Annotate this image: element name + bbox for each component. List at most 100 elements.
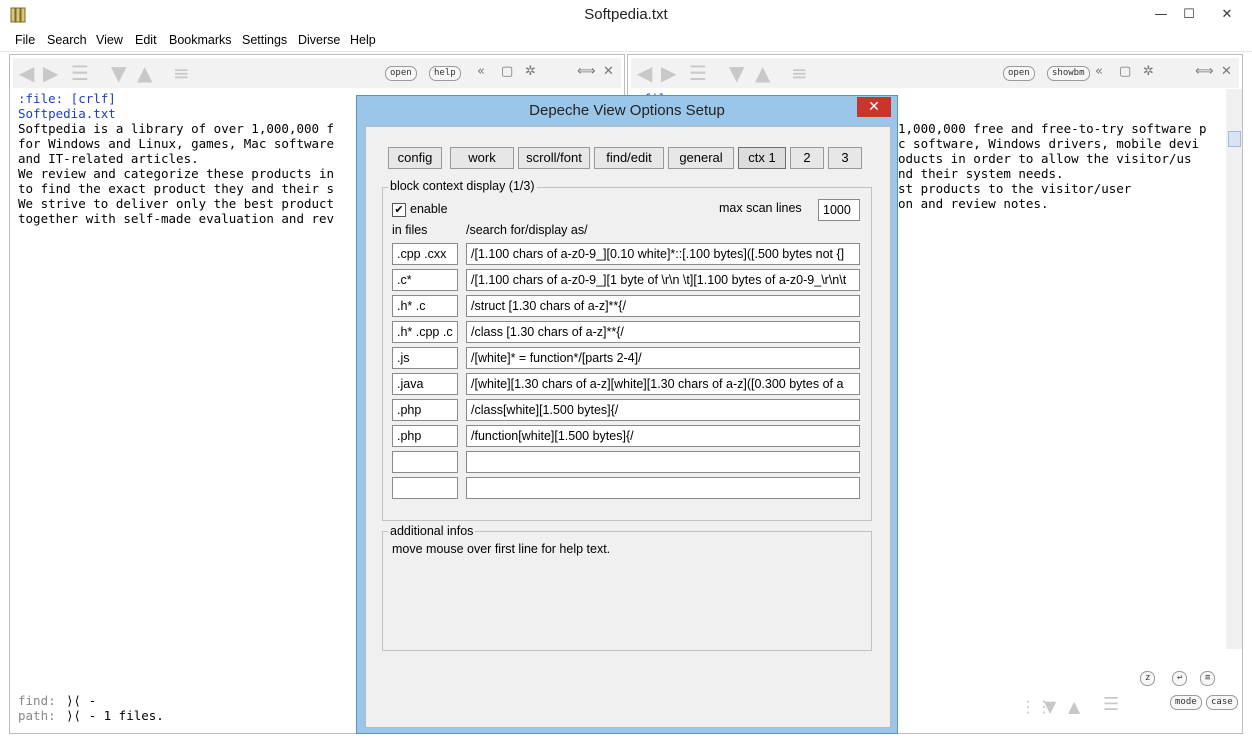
menu-view[interactable]: View xyxy=(96,33,123,47)
editor-text[interactable]: 1,000,000 free and free-to-try software … xyxy=(898,121,1207,211)
help-button[interactable]: help xyxy=(429,66,461,81)
double-left-icon[interactable]: « xyxy=(1095,64,1103,79)
menu-help[interactable]: Help xyxy=(350,33,376,47)
files-input[interactable]: .js xyxy=(392,347,458,369)
tab-ctx-1[interactable]: ctx 1 xyxy=(738,147,786,169)
files-input[interactable]: .c* xyxy=(392,269,458,291)
triangle-down-icon[interactable]: ▼ xyxy=(111,63,126,83)
tab-find-edit[interactable]: find/edit xyxy=(594,147,664,169)
showbm-button[interactable]: showbm xyxy=(1047,66,1090,81)
files-input[interactable]: .java xyxy=(392,373,458,395)
case-button[interactable]: case xyxy=(1206,695,1238,710)
close-icon[interactable]: ✕ xyxy=(1221,64,1232,79)
tab-scroll-font[interactable]: scroll/font xyxy=(518,147,590,169)
expand-icon[interactable]: ⟺ xyxy=(577,64,596,79)
menu-lines-icon[interactable]: ≡ xyxy=(173,63,190,83)
list-icon[interactable]: ☰ xyxy=(1103,695,1119,715)
tab-general[interactable]: general xyxy=(668,147,734,169)
text-line: We strive to deliver only the best produ… xyxy=(18,196,335,211)
triangle-down-icon[interactable]: ▼ xyxy=(1044,697,1056,717)
pattern-input[interactable] xyxy=(466,477,860,499)
files-input[interactable] xyxy=(392,477,458,499)
scrollbar-thumb[interactable] xyxy=(1228,131,1241,147)
dialog-close-button[interactable]: ✕ xyxy=(857,97,891,117)
pattern-input[interactable]: /[1.100 chars of a-z0-9_][1 byte of \r\n… xyxy=(466,269,860,291)
pattern-input[interactable]: /[white]* = function*/[parts 2-4]/ xyxy=(466,347,860,369)
text-line: c software, Windows drivers, mobile devi xyxy=(898,136,1200,151)
pattern-input[interactable]: /[1.100 chars of a-z0-9_][0.10 white]*::… xyxy=(466,243,860,265)
path-label: path: xyxy=(18,708,56,723)
find-value[interactable]: ⟩⟨ - xyxy=(66,693,96,708)
text-line: oducts in order to allow the visitor/us xyxy=(898,151,1192,166)
forward-icon[interactable]: ▶ xyxy=(43,63,58,83)
col-search-header: /search for/display as/ xyxy=(466,223,588,237)
menu-lines-icon[interactable]: ≡ xyxy=(791,63,808,83)
tab-config[interactable]: config xyxy=(388,147,442,169)
vertical-scrollbar[interactable] xyxy=(1226,89,1242,649)
files-input[interactable]: .cpp .cxx xyxy=(392,243,458,265)
pattern-input[interactable]: /function[white][1.500 bytes]{/ xyxy=(466,425,860,447)
forward-icon[interactable]: ▶ xyxy=(661,63,676,83)
text-line: 1,000,000 free and free-to-try software … xyxy=(898,121,1207,136)
title-bar: Softpedia.txt — ☐ ✕ xyxy=(0,0,1252,31)
files-input[interactable]: .php xyxy=(392,425,458,447)
list-icon[interactable]: ☰ xyxy=(71,63,89,83)
triangle-up-icon[interactable]: ▲ xyxy=(137,63,152,83)
pattern-input[interactable]: /class[white][1.500 bytes]{/ xyxy=(466,399,860,421)
menu-diverse[interactable]: Diverse xyxy=(298,33,340,47)
menu-bookmarks[interactable]: Bookmarks xyxy=(169,33,232,47)
tab-2[interactable]: 2 xyxy=(790,147,824,169)
close-icon[interactable]: ✕ xyxy=(603,64,614,79)
pattern-input[interactable]: /[white][1.30 chars of a-z][white][1.30 … xyxy=(466,373,860,395)
enable-checkbox[interactable]: ✔ xyxy=(392,203,406,217)
open-button[interactable]: open xyxy=(385,66,417,81)
square-icon[interactable]: ▢ xyxy=(501,64,513,79)
open-button[interactable]: open xyxy=(1003,66,1035,81)
text-line: together with self-made evaluation and r… xyxy=(18,211,335,226)
lines-button[interactable]: ≡ xyxy=(1200,671,1216,686)
menu-search[interactable]: Search xyxy=(47,33,87,47)
mode-button[interactable]: mode xyxy=(1170,695,1202,710)
list-icon[interactable]: ☰ xyxy=(689,63,707,83)
triangle-up-icon[interactable]: ▲ xyxy=(755,63,770,83)
pattern-input[interactable]: /struct [1.30 chars of a-z]**{/ xyxy=(466,295,860,317)
max-scan-label: max scan lines xyxy=(719,201,802,215)
editor-text[interactable]: Softpedia is a library of over 1,000,000… xyxy=(18,121,334,226)
menu-edit[interactable]: Edit xyxy=(135,33,157,47)
files-input[interactable]: .php xyxy=(392,399,458,421)
menu-file[interactable]: File xyxy=(15,33,35,47)
menu-bar: File Search View Edit Bookmarks Settings… xyxy=(0,31,1252,52)
close-window-button[interactable]: ✕ xyxy=(1204,0,1250,29)
square-icon[interactable]: ▢ xyxy=(1119,64,1131,79)
files-input[interactable]: .h* .c xyxy=(392,295,458,317)
dialog-title: Depeche View Options Setup xyxy=(529,102,725,119)
pattern-input[interactable] xyxy=(466,451,860,473)
left-toolbar: ◀ ▶ ☰ ▼ ▲ ≡ open help « ▢ ✲ ⟺ ✕ xyxy=(13,58,621,88)
menu-settings[interactable]: Settings xyxy=(242,33,287,47)
back-icon[interactable]: ◀ xyxy=(637,63,652,83)
expand-icon[interactable]: ⟺ xyxy=(1195,64,1214,79)
arrow-button[interactable]: ↩ xyxy=(1172,671,1188,686)
text-line: to find the exact product they and their… xyxy=(18,181,335,196)
right-toolbar: ◀ ▶ ☰ ▼ ▲ ≡ open showbm « ▢ ✲ ⟺ ✕ xyxy=(631,58,1239,88)
text-line: nd their system needs. xyxy=(898,166,1064,181)
back-icon[interactable]: ◀ xyxy=(19,63,34,83)
pattern-input[interactable]: /class [1.30 chars of a-z]**{/ xyxy=(466,321,860,343)
window-title: Softpedia.txt xyxy=(584,6,668,23)
files-input[interactable] xyxy=(392,451,458,473)
tab-work[interactable]: work xyxy=(450,147,514,169)
dialog-body: config work scroll/font find/edit genera… xyxy=(365,126,891,728)
tab-3[interactable]: 3 xyxy=(828,147,862,169)
files-input[interactable]: .h* .cpp .c xyxy=(392,321,458,343)
gear-icon[interactable]: ✲ xyxy=(525,64,536,79)
text-line: Softpedia is a library of over 1,000,000… xyxy=(18,121,335,136)
max-scan-input[interactable]: 1000 xyxy=(818,199,860,221)
z-button[interactable]: z xyxy=(1140,671,1156,686)
gear-icon[interactable]: ✲ xyxy=(1143,64,1154,79)
triangle-up-icon[interactable]: ▲ xyxy=(1068,697,1080,717)
double-left-icon[interactable]: « xyxy=(477,64,485,79)
text-line: We review and categorize these products … xyxy=(18,166,335,181)
path-value[interactable]: ⟩⟨ - 1 files. xyxy=(66,708,164,723)
triangle-down-icon[interactable]: ▼ xyxy=(729,63,744,83)
file-name-line[interactable]: Softpedia.txt xyxy=(18,106,116,121)
